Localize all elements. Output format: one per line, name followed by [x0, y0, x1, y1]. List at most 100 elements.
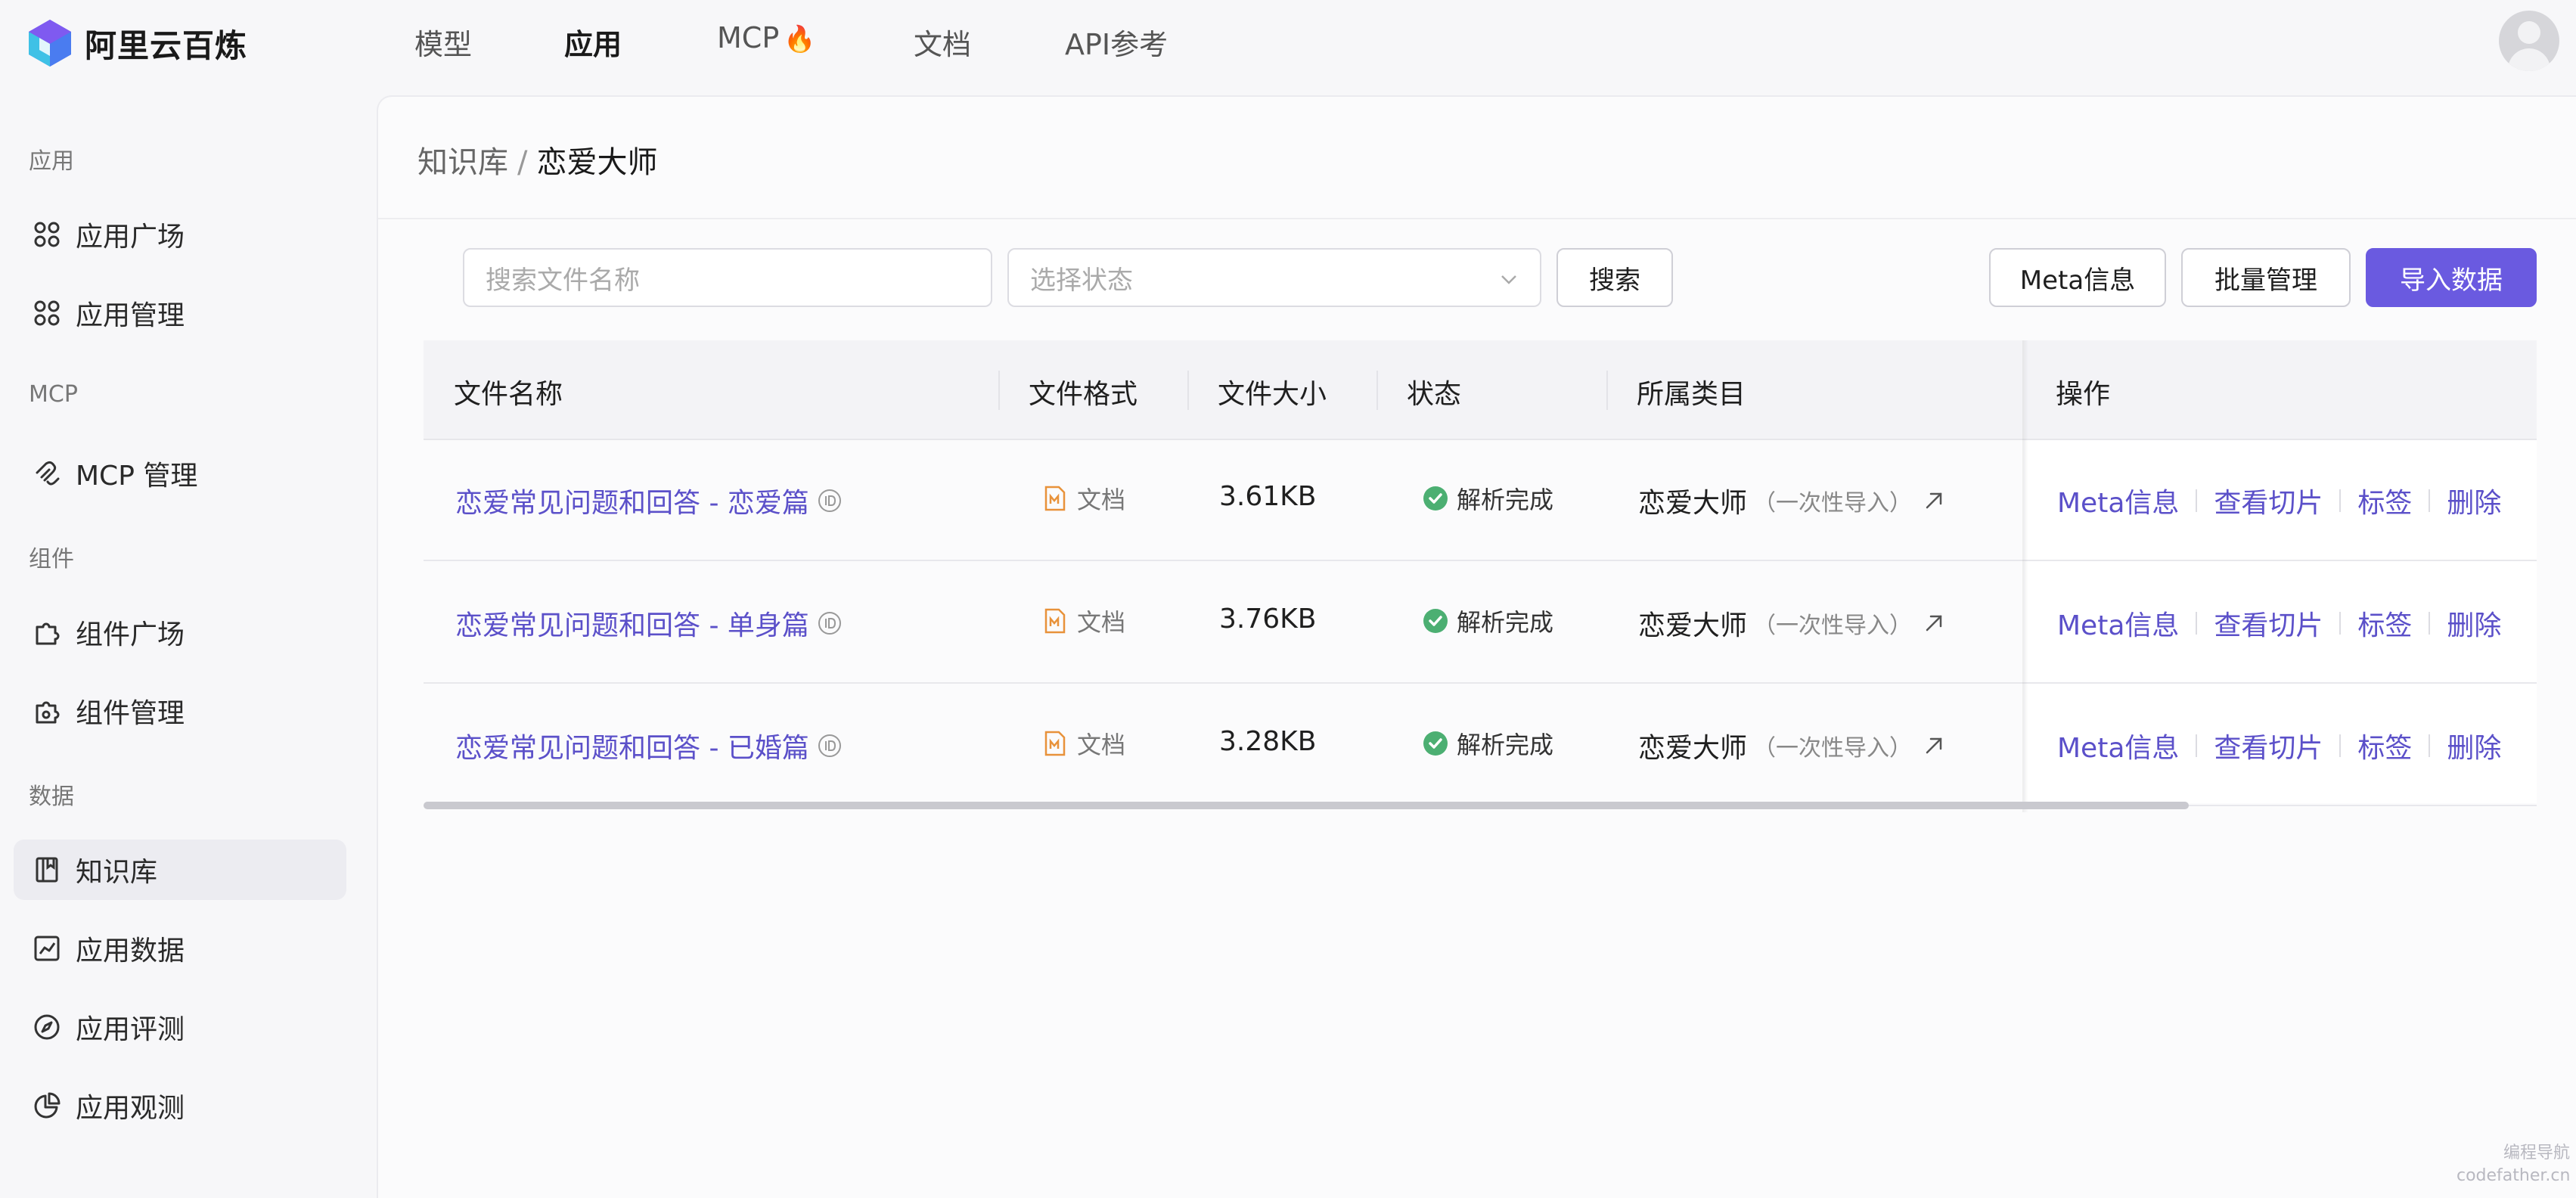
horizontal-scrollbar[interactable] [424, 802, 2189, 809]
header-divider [1606, 371, 1608, 410]
breadcrumb-parent[interactable]: 知识库 [417, 145, 508, 180]
import-data-button[interactable]: 导入数据 [2366, 248, 2537, 307]
header-file-size: 文件大小 [1218, 379, 1327, 410]
tags-link[interactable]: 标签 [2357, 604, 2412, 643]
view-chunks-link[interactable]: 查看切片 [2214, 726, 2323, 765]
sidebar-item-mcp-management[interactable]: MCP 管理 [14, 443, 346, 504]
file-size: 3.76KB [1219, 604, 1317, 635]
sidebar-item-app-square[interactable]: 应用广场 [14, 204, 346, 265]
nav-docs[interactable]: 文档 [914, 21, 971, 63]
external-link-icon [1926, 737, 1942, 754]
header-category: 所属类目 [1637, 379, 1746, 410]
header-actions: 操作 [2056, 379, 2111, 410]
sidebar-item-app-data[interactable]: 应用数据 [14, 918, 346, 979]
pie-icon [30, 1089, 64, 1122]
file-size: 3.61KB [1219, 481, 1317, 512]
sidebar-item-component-management[interactable]: 组件管理 [14, 681, 346, 741]
search-input[interactable]: 搜索文件名称 [463, 248, 992, 307]
file-name-link[interactable]: 恋爱常见问题和回答 - 单身篇 [455, 604, 843, 643]
sidebar-item-label: 应用评测 [76, 1014, 185, 1045]
file-status-text: 解析完成 [1457, 731, 1554, 759]
file-status: 解析完成 [1423, 481, 1553, 516]
sidebar-item-label: 应用广场 [76, 222, 185, 253]
batch-manage-button[interactable]: 批量管理 [2181, 248, 2351, 307]
sidebar-group-components: 组件 [29, 546, 74, 573]
action-divider [2339, 489, 2342, 512]
id-icon[interactable] [817, 610, 843, 636]
logo[interactable]: 阿里云百炼 [27, 18, 247, 68]
delete-link[interactable]: 删除 [2447, 481, 2501, 520]
puzzle-icon [30, 616, 64, 649]
app-name: 阿里云百炼 [85, 26, 248, 64]
delete-link[interactable]: 删除 [2447, 604, 2501, 643]
id-icon[interactable] [817, 733, 843, 759]
check-circle-icon [1423, 486, 1448, 511]
watermark: 编程导航 codefather.cn [2457, 1142, 2570, 1187]
sidebar: 应用 应用广场 应用管理 MCP MCP 管理 组件 组件广场 组件管理 数据 [0, 91, 377, 1196]
chart-icon [30, 932, 64, 965]
action-divider [2429, 612, 2431, 635]
breadcrumb: 知识库 / 恋爱大师 [417, 138, 657, 182]
meta-info-link[interactable]: Meta信息 [2057, 604, 2179, 643]
watermark-line-1: 编程导航 [2503, 1144, 2570, 1162]
status-select[interactable]: 选择状态 [1007, 248, 1541, 307]
tags-link[interactable]: 标签 [2357, 726, 2412, 765]
tags-link[interactable]: 标签 [2357, 481, 2412, 520]
header-file-format: 文件格式 [1029, 379, 1138, 410]
external-link-icon [1926, 615, 1942, 632]
header-file-name: 文件名称 [454, 379, 563, 410]
sidebar-item-component-square[interactable]: 组件广场 [14, 602, 346, 663]
file-category[interactable]: 恋爱大师 （一次性导入） [1638, 726, 1945, 765]
meta-info-link[interactable]: Meta信息 [2057, 726, 2179, 765]
file-name-text: 恋爱常见问题和回答 - 恋爱篇 [455, 488, 809, 519]
table-row: 恋爱常见问题和回答 - 恋爱篇 文档 3.61KB 解析完成 恋爱大师 （一次性… [424, 439, 2537, 561]
grid-icon [30, 296, 64, 330]
main-panel: 知识库 / 恋爱大师 搜索文件名称 选择状态 搜索 Meta信息 批量管理 导入数据… [377, 95, 2576, 1198]
sidebar-group-mcp: MCP [29, 381, 78, 408]
file-format: 文档 [1044, 604, 1125, 638]
chevron-down-icon [1501, 275, 1516, 284]
delete-link[interactable]: 删除 [2447, 726, 2501, 765]
view-chunks-link[interactable]: 查看切片 [2214, 481, 2323, 520]
action-divider [2196, 612, 2198, 635]
file-name-link[interactable]: 恋爱常见问题和回答 - 已婚篇 [455, 726, 843, 765]
category-note: （一次性导入） [1753, 735, 1913, 762]
table-row: 恋爱常见问题和回答 - 已婚篇 文档 3.28KB 解析完成 恋爱大师 （一次性… [424, 684, 2537, 806]
sidebar-item-app-evaluation[interactable]: 应用评测 [14, 997, 346, 1057]
nav-models[interactable]: 模型 [414, 21, 472, 63]
sidebar-item-label: 应用观测 [76, 1093, 185, 1124]
row-actions: Meta信息 查看切片 标签 删除 [2057, 481, 2501, 520]
search-button[interactable]: 搜索 [1556, 248, 1673, 307]
file-category[interactable]: 恋爱大师 （一次性导入） [1638, 604, 1945, 643]
sidebar-item-app-observation[interactable]: 应用观测 [14, 1075, 346, 1136]
sidebar-item-label: 组件广场 [76, 619, 185, 650]
sidebar-item-knowledge-base[interactable]: 知识库 [14, 840, 346, 900]
meta-info-button[interactable]: Meta信息 [1989, 248, 2166, 307]
avatar[interactable] [2499, 11, 2559, 71]
header-divider [1187, 371, 1189, 410]
id-icon[interactable] [817, 488, 843, 514]
category-name: 恋爱大师 [1638, 610, 1748, 641]
action-divider [2339, 612, 2342, 635]
check-circle-icon [1423, 609, 1448, 633]
nav-apps[interactable]: 应用 [564, 21, 622, 63]
meta-info-link[interactable]: Meta信息 [2057, 481, 2179, 520]
row-actions: Meta信息 查看切片 标签 删除 [2057, 604, 2501, 643]
row-actions: Meta信息 查看切片 标签 删除 [2057, 726, 2501, 765]
file-status-text: 解析完成 [1457, 608, 1554, 637]
file-category[interactable]: 恋爱大师 （一次性导入） [1638, 481, 1945, 520]
nav-mcp[interactable]: MCP 🔥 [717, 21, 816, 54]
view-chunks-link[interactable]: 查看切片 [2214, 604, 2323, 643]
sidebar-item-app-management[interactable]: 应用管理 [14, 283, 346, 343]
sidebar-item-label: MCP 管理 [76, 461, 198, 492]
action-divider [2429, 489, 2431, 512]
divider [378, 218, 2576, 219]
nav-api-reference[interactable]: API参考 [1065, 21, 1168, 63]
file-name-text: 恋爱常见问题和回答 - 单身篇 [455, 610, 809, 641]
category-name: 恋爱大师 [1638, 488, 1748, 519]
mcp-icon [30, 457, 64, 490]
action-divider [2196, 734, 2198, 757]
nav-mcp-label: MCP [717, 21, 780, 54]
file-name-link[interactable]: 恋爱常见问题和回答 - 恋爱篇 [455, 481, 843, 520]
file-status-text: 解析完成 [1457, 486, 1554, 514]
